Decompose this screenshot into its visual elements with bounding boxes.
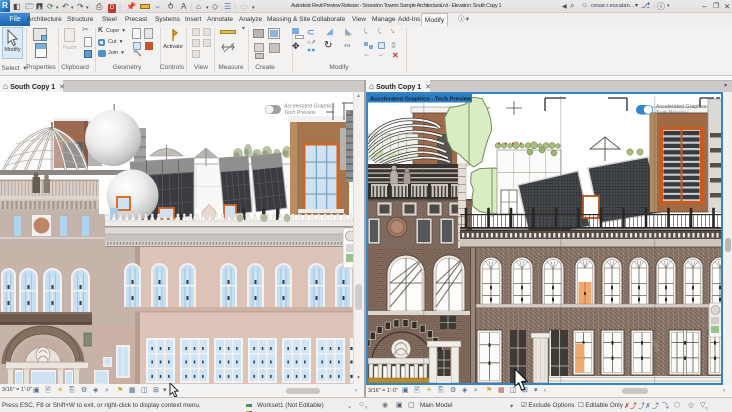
svg-text:Accelerated Graphics: Accelerated Graphics: [283, 104, 335, 110]
svg-text:Tech Preview: Tech Preview: [284, 110, 317, 116]
svg-text:Tech Preview: Tech Preview: [656, 111, 688, 117]
svg-text:Accelerated Graphics: Accelerated Graphics: [656, 104, 707, 110]
svg-text:Accelerated Graphics - Tech Pr: Accelerated Graphics - Tech Preview: [370, 97, 472, 103]
